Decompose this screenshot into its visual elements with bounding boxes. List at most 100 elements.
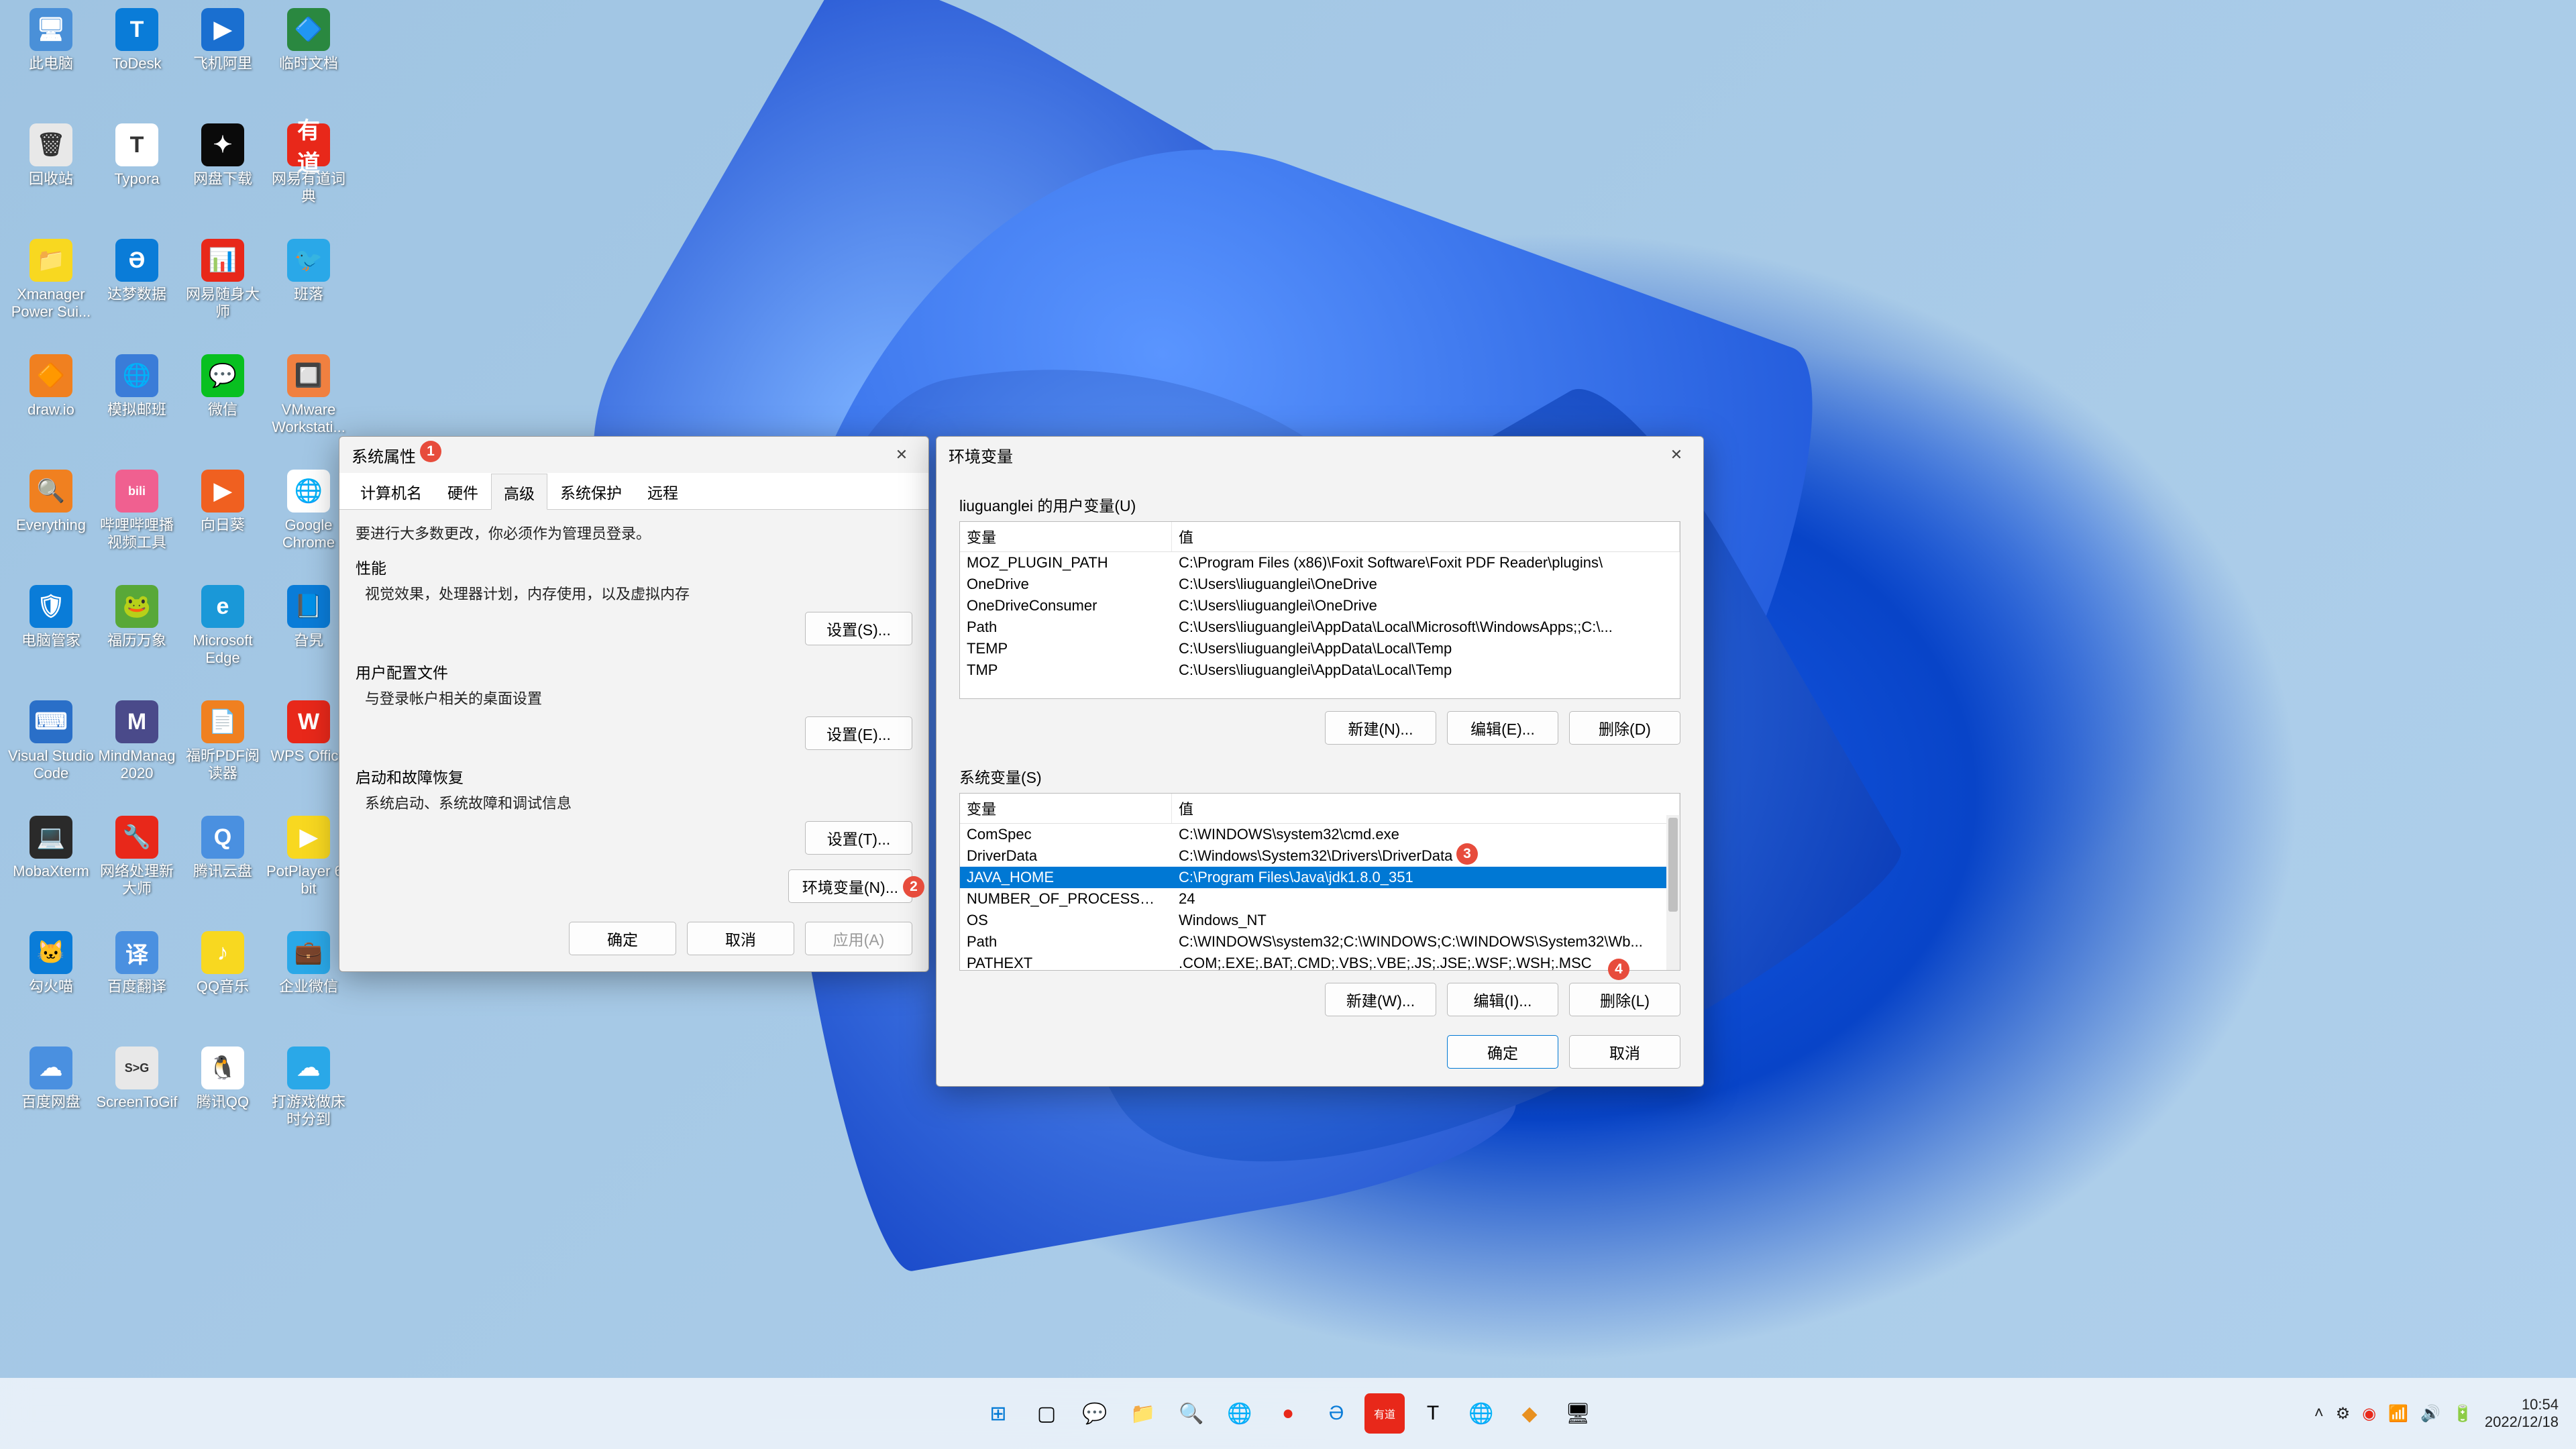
desktop-icon[interactable]: 🔍Everything	[8, 470, 94, 534]
desktop-icon[interactable]: S>GScreenToGif	[94, 1046, 180, 1111]
desktop-icon[interactable]: 🐱勾火喵	[8, 931, 94, 996]
youdao-icon[interactable]: 有道	[1364, 1393, 1405, 1434]
desktop-icon[interactable]: 🔧网络处理新大师	[94, 816, 180, 898]
start-button[interactable]: ⊞	[978, 1393, 1018, 1434]
desktop-icon[interactable]: ☁百度网盘	[8, 1046, 94, 1111]
volume-icon[interactable]: 🔊	[2420, 1404, 2440, 1424]
table-row[interactable]: PathC:\WINDOWS\system32;C:\WINDOWS;C:\WI…	[960, 931, 1680, 953]
sys-vars-list[interactable]: 变量 值 ComSpecC:\WINDOWS\system32\cmd.exeD…	[959, 793, 1680, 971]
desktop-icon[interactable]: 🗑回收站	[8, 123, 94, 188]
col-value[interactable]: 值	[1172, 522, 1680, 551]
desktop-icon[interactable]: 有道网易有道词典	[266, 123, 352, 206]
ok-button[interactable]: 确定	[569, 922, 676, 955]
desktop-icon[interactable]: 译百度翻译	[94, 931, 180, 996]
section-settings-button[interactable]: 设置(S)...	[805, 612, 912, 645]
wifi-icon[interactable]: 📶	[2388, 1404, 2408, 1424]
table-row[interactable]: OneDriveC:\Users\liuguanglei\OneDrive	[960, 574, 1680, 595]
desktop-icon[interactable]: MMindManag 2020	[94, 700, 180, 783]
task-view-icon[interactable]: ▢	[1026, 1393, 1067, 1434]
edge-icon[interactable]: 🌐	[1220, 1393, 1260, 1434]
chat-icon[interactable]: 💬	[1075, 1393, 1115, 1434]
desktop-icon[interactable]: ⌨Visual Studio Code	[8, 700, 94, 783]
desktop-icon[interactable]: 📁Xmanager Power Sui...	[8, 239, 94, 321]
typora-icon[interactable]: T	[1413, 1393, 1453, 1434]
user-vars-list[interactable]: 变量 值 MOZ_PLUGIN_PATHC:\Program Files (x8…	[959, 521, 1680, 699]
edit-user-var-button[interactable]: 编辑(E)...	[1447, 711, 1558, 745]
desktop-icon[interactable]: ☁打游戏做床时分到	[266, 1046, 352, 1129]
new-sys-var-button[interactable]: 新建(W)...	[1325, 983, 1436, 1016]
section-settings-button[interactable]: 设置(T)...	[805, 821, 912, 855]
apply-button[interactable]: 应用(A)	[805, 922, 912, 955]
everything-icon[interactable]: 🔍	[1171, 1393, 1212, 1434]
table-row[interactable]: JAVA_HOMEC:\Program Files\Java\jdk1.8.0_…	[960, 867, 1680, 888]
scrollbar[interactable]	[1666, 815, 1680, 970]
desktop-icon[interactable]: 🌐模拟邮班	[94, 354, 180, 419]
tab-0[interactable]: 计算机名	[347, 473, 435, 509]
ok-button[interactable]: 确定	[1447, 1035, 1558, 1069]
netease-icon[interactable]: ●	[1268, 1393, 1308, 1434]
tab-1[interactable]: 硬件	[435, 473, 491, 509]
desktop-icon[interactable]: 📊网易随身大师	[180, 239, 266, 321]
table-row[interactable]: DriverDataC:\Windows\System32\Drivers\Dr…	[960, 845, 1680, 867]
battery-icon[interactable]: 🔋	[2453, 1404, 2473, 1424]
close-icon[interactable]: ✕	[875, 437, 928, 473]
app-icon[interactable]: ◆	[1509, 1393, 1550, 1434]
desktop-icon[interactable]: 🔶draw.io	[8, 354, 94, 419]
col-value[interactable]: 值	[1172, 794, 1680, 823]
desktop-icon[interactable]: 🐧腾讯QQ	[180, 1046, 266, 1111]
table-row[interactable]: TMPC:\Users\liuguanglei\AppData\Local\Te…	[960, 659, 1680, 681]
tab-2[interactable]: 高级	[491, 474, 547, 510]
table-row[interactable]: TEMPC:\Users\liuguanglei\AppData\Local\T…	[960, 638, 1680, 659]
tray-expand-icon[interactable]: ˄	[2314, 1404, 2324, 1423]
scroll-thumb[interactable]	[1668, 818, 1678, 912]
desktop-icon[interactable]: 🛡电脑管家	[8, 585, 94, 649]
chrome-icon[interactable]: 🌐	[1461, 1393, 1501, 1434]
table-row[interactable]: MOZ_PLUGIN_PATHC:\Program Files (x86)\Fo…	[960, 552, 1680, 574]
desktop-icon[interactable]: eMicrosoft Edge	[180, 585, 266, 667]
desktop-icon[interactable]: bili哔哩哔哩播视频工具	[94, 470, 180, 552]
col-name[interactable]: 变量	[960, 794, 1172, 823]
desktop-icon[interactable]: ♪QQ音乐	[180, 931, 266, 996]
desktop-icon[interactable]: 💻MobaXterm	[8, 816, 94, 880]
desktop-icon[interactable]: TToDesk	[94, 8, 180, 72]
desktop-icon[interactable]: Q腾讯云盘	[180, 816, 266, 880]
tab-3[interactable]: 系统保护	[547, 473, 635, 509]
section-settings-button[interactable]: 设置(E)...	[805, 716, 912, 750]
desktop-icon[interactable]: 🐦班落	[266, 239, 352, 303]
desktop-icon[interactable]: 📄福昕PDF阅读器	[180, 700, 266, 783]
desktop-icon[interactable]: 🖥此电脑	[8, 8, 94, 72]
desktop-icon[interactable]: 🔷临时文档	[266, 8, 352, 72]
env-vars-button[interactable]: 环境变量(N)...	[788, 869, 912, 903]
desktop-icon[interactable]: Ə达梦数据	[94, 239, 180, 303]
table-row[interactable]: ComSpecC:\WINDOWS\system32\cmd.exe	[960, 824, 1680, 845]
new-user-var-button[interactable]: 新建(N)...	[1325, 711, 1436, 745]
col-name[interactable]: 变量	[960, 522, 1172, 551]
table-row[interactable]: OSWindows_NT	[960, 910, 1680, 931]
table-row[interactable]: OneDriveConsumerC:\Users\liuguanglei\One…	[960, 595, 1680, 616]
delete-sys-var-button[interactable]: 删除(L)	[1569, 983, 1680, 1016]
dam-icon[interactable]: Ə	[1316, 1393, 1356, 1434]
close-icon[interactable]: ✕	[1650, 437, 1703, 473]
table-row[interactable]: PathC:\Users\liuguanglei\AppData\Local\M…	[960, 616, 1680, 638]
desktop-icon[interactable]: 💬微信	[180, 354, 266, 419]
tab-4[interactable]: 远程	[635, 473, 691, 509]
cancel-button[interactable]: 取消	[687, 922, 794, 955]
explorer-icon[interactable]: 📁	[1123, 1393, 1163, 1434]
desktop-icon[interactable]: ✦网盘下载	[180, 123, 266, 188]
clock[interactable]: 10:54 2022/12/18	[2485, 1396, 2559, 1432]
cancel-button[interactable]: 取消	[1569, 1035, 1680, 1069]
desktop-icon[interactable]: 🔲VMware Workstati...	[266, 354, 352, 437]
table-row[interactable]: NUMBER_OF_PROCESSORS24	[960, 888, 1680, 910]
settings-icon[interactable]: 🖥	[1558, 1393, 1598, 1434]
desktop-icon[interactable]: ▶向日葵	[180, 470, 266, 534]
icon-label: 百度网盘	[8, 1093, 94, 1111]
desktop-icon[interactable]: 🐸福历万象	[94, 585, 180, 649]
desktop-icon[interactable]: ▶飞机阿里	[180, 8, 266, 72]
desktop-icon[interactable]: TTypora	[94, 123, 180, 188]
icon-label: Visual Studio Code	[8, 747, 94, 783]
tray-app-icon[interactable]: ◉	[2362, 1404, 2376, 1424]
table-row[interactable]: PATHEXT.COM;.EXE;.BAT;.CMD;.VBS;.VBE;.JS…	[960, 953, 1680, 971]
tray-gear-icon[interactable]: ⚙	[2336, 1404, 2351, 1424]
edit-sys-var-button[interactable]: 编辑(I)...	[1447, 983, 1558, 1016]
delete-user-var-button[interactable]: 删除(D)	[1569, 711, 1680, 745]
